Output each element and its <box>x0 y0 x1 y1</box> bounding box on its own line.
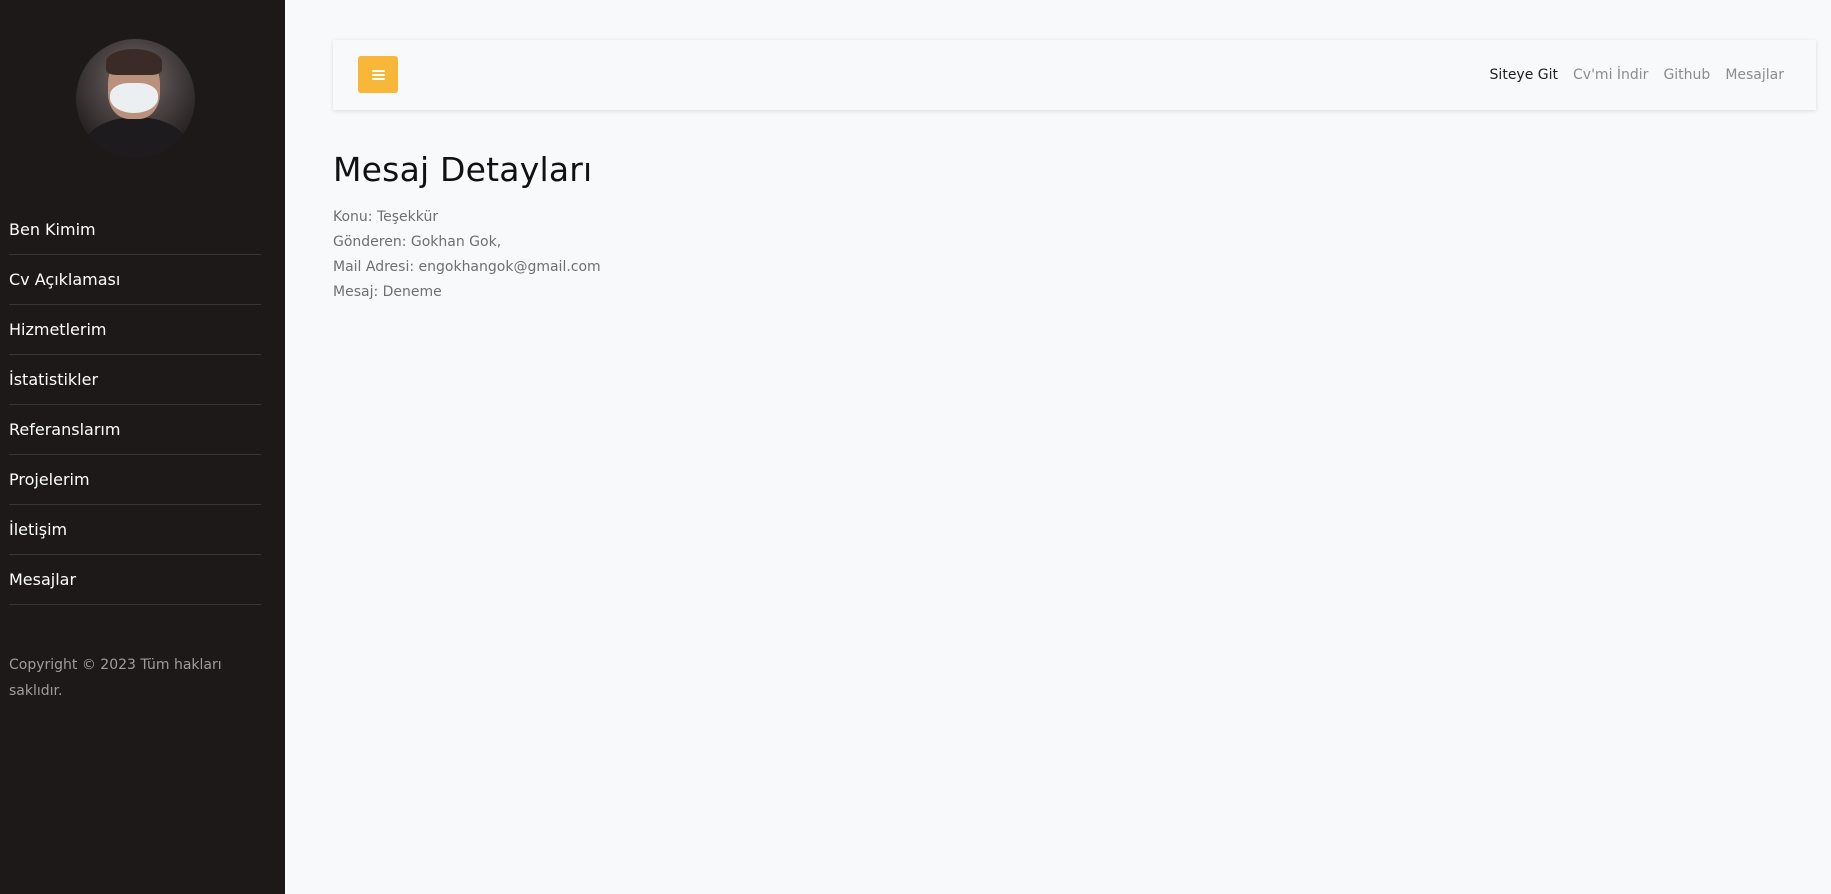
sidebar-toggle-button[interactable] <box>358 56 398 93</box>
sidebar: Ben Kimim Cv Açıklaması Hizmetlerim İsta… <box>0 0 285 894</box>
sidebar-item-referanslarim[interactable]: Referanslarım <box>9 405 261 455</box>
sidebar-item-ben-kimim[interactable]: Ben Kimim <box>9 205 261 255</box>
hamburger-menu-icon <box>371 69 385 80</box>
sidebar-item-mesajlar[interactable]: Mesajlar <box>9 555 261 605</box>
nav-link-mesajlar[interactable]: Mesajlar <box>1725 67 1784 83</box>
top-nav-links: Siteye Git Cv'mi İndir Github Mesajlar <box>1490 40 1784 110</box>
message-subject: Konu: Teşekkür <box>333 209 439 225</box>
nav-link-cv-indir[interactable]: Cv'mi İndir <box>1573 67 1648 83</box>
top-navbar: Siteye Git Cv'mi İndir Github Mesajlar <box>333 40 1816 110</box>
sidebar-item-cv-aciklamasi[interactable]: Cv Açıklaması <box>9 255 261 305</box>
avatar-mask <box>110 83 158 113</box>
page-title: Mesaj Detayları <box>333 150 593 189</box>
sidebar-item-istatistikler[interactable]: İstatistikler <box>9 355 261 405</box>
sidebar-item-hizmetlerim[interactable]: Hizmetlerim <box>9 305 261 355</box>
copyright-text: Copyright © 2023 Tüm hakları saklıdır. <box>9 657 222 699</box>
sidebar-item-projelerim[interactable]: Projelerim <box>9 455 261 505</box>
avatar-body <box>84 117 188 158</box>
message-body: Mesaj: Deneme <box>333 284 442 300</box>
sidebar-item-iletisim[interactable]: İletişim <box>9 505 261 555</box>
nav-link-github[interactable]: Github <box>1663 67 1710 83</box>
message-email: Mail Adresi: engokhangok@gmail.com <box>333 259 601 275</box>
message-detail: Mesaj Detayları Konu: Teşekkür Gönderen:… <box>333 150 601 305</box>
nav-link-siteye-git[interactable]: Siteye Git <box>1490 67 1558 83</box>
avatar-hair <box>106 49 162 75</box>
avatar <box>76 39 195 158</box>
sidebar-nav: Ben Kimim Cv Açıklaması Hizmetlerim İsta… <box>9 205 261 605</box>
message-sender: Gönderen: Gokhan Gok, <box>333 234 502 250</box>
